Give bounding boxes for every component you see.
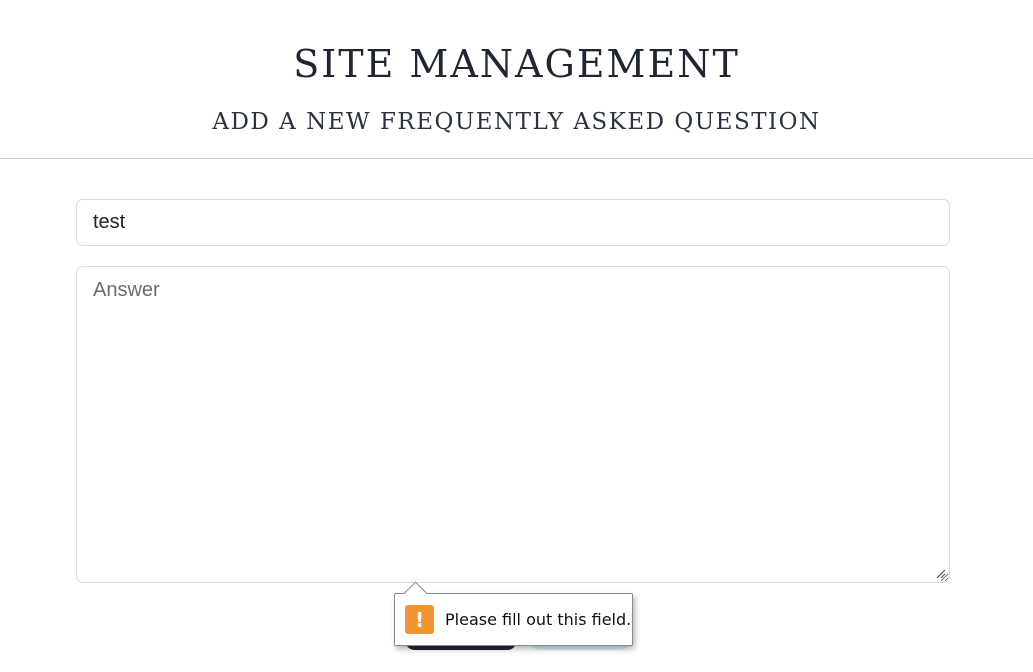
validation-message: Please fill out this field. bbox=[445, 610, 632, 629]
answer-textarea[interactable] bbox=[76, 266, 950, 583]
page-title: SITE MANAGEMENT bbox=[293, 42, 740, 86]
page-subtitle: ADD A NEW FREQUENTLY ASKED QUESTION bbox=[212, 109, 821, 135]
page-header: SITE MANAGEMENT ADD A NEW FREQUENTLY ASK… bbox=[0, 0, 1033, 159]
tooltip-arrow bbox=[403, 581, 428, 606]
validation-tooltip: ! Please fill out this field. bbox=[394, 581, 633, 646]
question-input[interactable] bbox=[76, 199, 950, 246]
exclamation-icon: ! bbox=[405, 605, 434, 634]
